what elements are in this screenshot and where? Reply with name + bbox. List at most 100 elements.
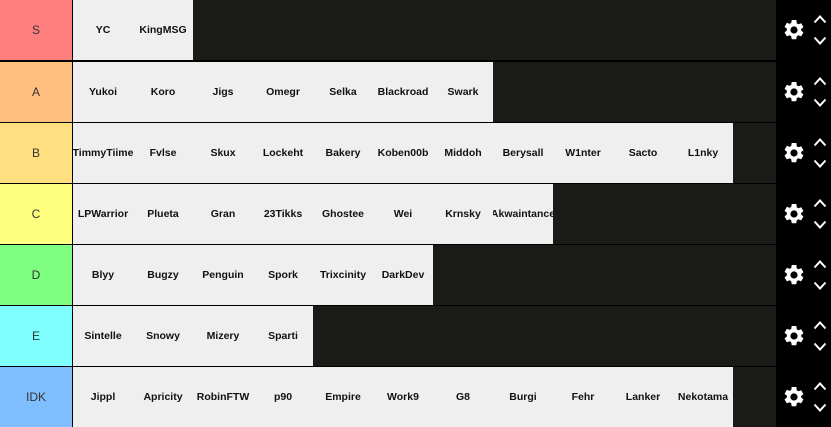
tier-item[interactable]: Jippl	[73, 367, 133, 427]
tier-item[interactable]: Plueta	[133, 184, 193, 244]
tier-item[interactable]: Omegr	[253, 62, 313, 122]
chevron-up-icon[interactable]	[809, 314, 831, 336]
tier-items-area[interactable]: TimmyTiime Fvlse Skux Lockeht Bakery Koben00b…	[73, 123, 776, 183]
move-arrows	[809, 245, 831, 305]
tier-label[interactable]: E	[0, 306, 73, 366]
gear-icon[interactable]	[779, 0, 809, 60]
tier-item[interactable]: LPWarrior	[73, 184, 133, 244]
move-arrows	[809, 184, 831, 244]
tier-item[interactable]: Blackroad	[373, 62, 433, 122]
tier-item[interactable]: Bakery	[313, 123, 373, 183]
move-arrows	[809, 306, 831, 366]
chevron-up-icon[interactable]	[809, 375, 831, 397]
tier-item[interactable]: G8	[433, 367, 493, 427]
tier-label[interactable]: S	[0, 0, 73, 60]
tier-item[interactable]: Fehr	[553, 367, 613, 427]
tier-items-area[interactable]: LPWarrior Plueta Gran 23Tikks Ghostee Wei Krns…	[73, 184, 776, 244]
chevron-down-icon[interactable]	[809, 30, 831, 52]
chevron-down-icon[interactable]	[809, 336, 831, 358]
tier-item[interactable]: Empire	[313, 367, 373, 427]
tier-row-c: C LPWarrior Plueta Gran 23Tikks Ghostee Wei Krn…	[0, 184, 831, 244]
tier-item[interactable]: 23Tikks	[253, 184, 313, 244]
tier-item[interactable]: Koro	[133, 62, 193, 122]
tier-item[interactable]: Skux	[193, 123, 253, 183]
tier-item[interactable]: L1nky	[673, 123, 733, 183]
tier-items-area[interactable]: Blyy Bugzy Penguin Spork Trixcinity DarkDev	[73, 245, 776, 305]
chevron-down-icon[interactable]	[809, 214, 831, 236]
chevron-down-icon[interactable]	[809, 275, 831, 297]
tier-item[interactable]: Sparti	[253, 306, 313, 366]
tier-item[interactable]: Gran	[193, 184, 253, 244]
tier-controls	[776, 62, 831, 122]
tier-item[interactable]: Middoh	[433, 123, 493, 183]
tier-row-b: B TimmyTiime Fvlse Skux Lockeht Bakery Koben00…	[0, 123, 831, 183]
tier-item[interactable]: Lanker	[613, 367, 673, 427]
tier-item[interactable]: Selka	[313, 62, 373, 122]
tier-item[interactable]: W1nter	[553, 123, 613, 183]
tier-item[interactable]: Fvlse	[133, 123, 193, 183]
tier-item[interactable]: Krnsky	[433, 184, 493, 244]
tier-item[interactable]: YC	[73, 0, 133, 60]
tier-items-area[interactable]: Jippl Apricity RobinFTW p90 Empire Work9 G8 Bur…	[73, 367, 776, 427]
tier-row-a: A Yukoi Koro Jigs Omegr Selka Blackroad Swark	[0, 62, 831, 122]
tier-item[interactable]: Trixcinity	[313, 245, 373, 305]
gear-icon[interactable]	[779, 367, 809, 427]
tier-row-s: S YC KingMSG	[0, 0, 831, 60]
tier-item[interactable]: Jigs	[193, 62, 253, 122]
tier-item[interactable]: Work9	[373, 367, 433, 427]
tier-item[interactable]: p90	[253, 367, 313, 427]
tier-controls	[776, 0, 831, 60]
tier-items-area[interactable]: YC KingMSG	[73, 0, 776, 60]
tier-item[interactable]: Bugzy	[133, 245, 193, 305]
tier-item[interactable]: Ghostee	[313, 184, 373, 244]
tier-label[interactable]: D	[0, 245, 73, 305]
chevron-down-icon[interactable]	[809, 92, 831, 114]
tier-item[interactable]: Swark	[433, 62, 493, 122]
tier-item[interactable]: Yukoi	[73, 62, 133, 122]
tier-controls	[776, 306, 831, 366]
tier-controls	[776, 367, 831, 427]
tier-label[interactable]: C	[0, 184, 73, 244]
tier-label[interactable]: IDK	[0, 367, 73, 427]
gear-icon[interactable]	[779, 123, 809, 183]
tier-item[interactable]: RobinFTW	[193, 367, 253, 427]
tier-label[interactable]: A	[0, 62, 73, 122]
tier-item[interactable]: Mizery	[193, 306, 253, 366]
tier-item[interactable]: Lockeht	[253, 123, 313, 183]
tier-item[interactable]: Spork	[253, 245, 313, 305]
tier-item[interactable]: DarkDev	[373, 245, 433, 305]
tier-item[interactable]: Koben00b	[373, 123, 433, 183]
chevron-down-icon[interactable]	[809, 397, 831, 419]
tier-item[interactable]: Sintelle	[73, 306, 133, 366]
chevron-up-icon[interactable]	[809, 70, 831, 92]
tier-items-area[interactable]: Yukoi Koro Jigs Omegr Selka Blackroad Swark	[73, 62, 776, 122]
tier-item[interactable]: Penguin	[193, 245, 253, 305]
move-arrows	[809, 123, 831, 183]
tier-controls	[776, 123, 831, 183]
gear-icon[interactable]	[779, 62, 809, 122]
gear-icon[interactable]	[779, 306, 809, 366]
tier-items-area[interactable]: Sintelle Snowy Mizery Sparti	[73, 306, 776, 366]
tier-item[interactable]: Akwaintance	[493, 184, 553, 244]
chevron-up-icon[interactable]	[809, 253, 831, 275]
chevron-up-icon[interactable]	[809, 8, 831, 30]
tier-item[interactable]: Apricity	[133, 367, 193, 427]
tier-item[interactable]: Sacto	[613, 123, 673, 183]
tier-item[interactable]: Berysall	[493, 123, 553, 183]
tier-item[interactable]: Snowy	[133, 306, 193, 366]
tier-item[interactable]: KingMSG	[133, 0, 193, 60]
gear-icon[interactable]	[779, 245, 809, 305]
tier-item[interactable]: Blyy	[73, 245, 133, 305]
tier-label[interactable]: B	[0, 123, 73, 183]
chevron-down-icon[interactable]	[809, 153, 831, 175]
tier-row-d: D Blyy Bugzy Penguin Spork Trixcinity DarkDev	[0, 245, 831, 305]
chevron-up-icon[interactable]	[809, 192, 831, 214]
move-arrows	[809, 62, 831, 122]
gear-icon[interactable]	[779, 184, 809, 244]
tier-item[interactable]: Wei	[373, 184, 433, 244]
chevron-up-icon[interactable]	[809, 131, 831, 153]
tier-item[interactable]: TimmyTiime	[73, 123, 133, 183]
tier-item[interactable]: Nekotama	[673, 367, 733, 427]
tier-controls	[776, 245, 831, 305]
tier-item[interactable]: Burgi	[493, 367, 553, 427]
